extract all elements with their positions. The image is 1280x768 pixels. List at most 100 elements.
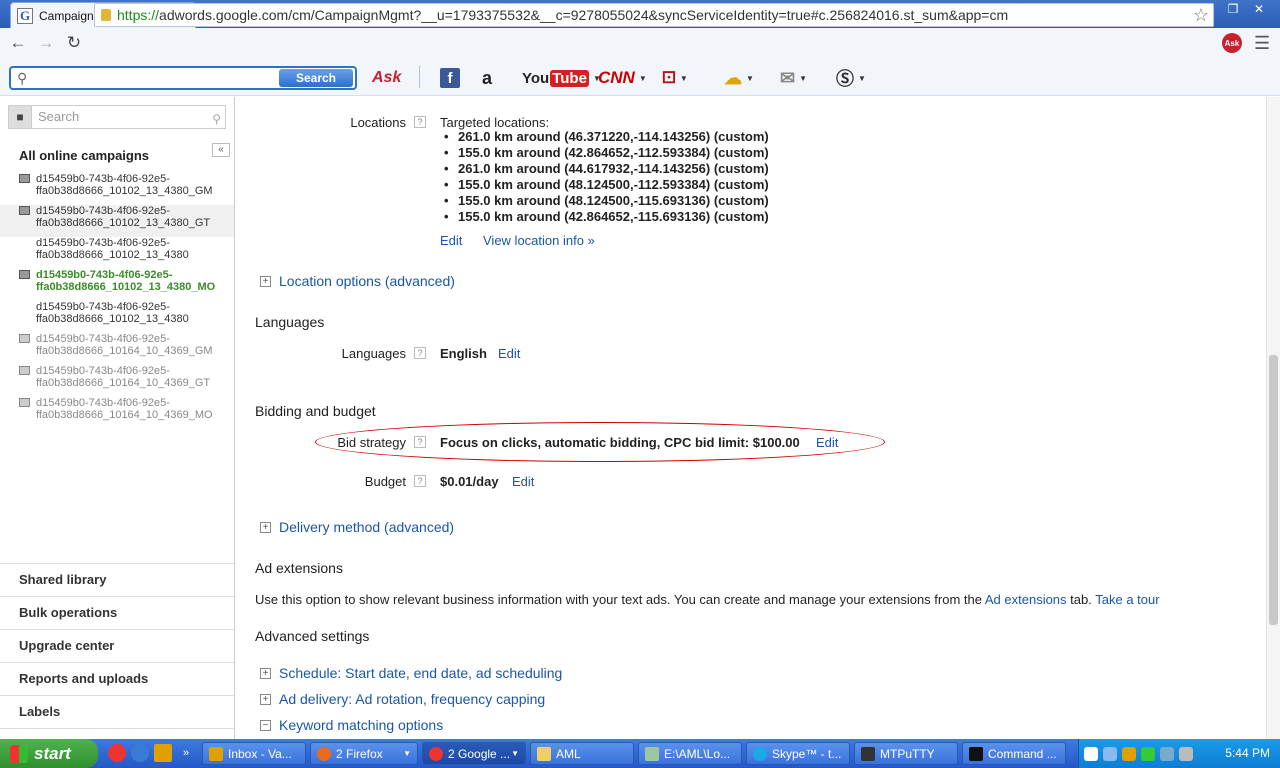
campaign-item[interactable]: d15459b0-743b-4f06-92e5- ffa0b38d8666_101… (0, 205, 234, 237)
back-arrow-icon[interactable]: ← (4, 31, 32, 55)
quick-launch-more-icon[interactable]: » (177, 744, 195, 762)
edit-languages-link[interactable]: Edit (498, 346, 520, 361)
campaign-item[interactable]: d15459b0-743b-4f06-92e5- ffa0b38d8666_101… (0, 365, 234, 397)
taskbar-item-mtputty[interactable]: MTPuTTY (854, 742, 958, 765)
bookmark-star-icon[interactable]: ☆ (1193, 5, 1209, 26)
edit-locations-link[interactable]: Edit (440, 233, 462, 248)
amazon-icon[interactable]: a (482, 66, 492, 90)
reload-icon[interactable]: ↻ (60, 31, 88, 55)
taskbar-item-command-prompt[interactable]: Command ... (962, 742, 1066, 765)
upgrade-center-link[interactable]: Upgrade center (0, 630, 234, 663)
campaign-id-line2: ffa0b38d8666_10102_13_4380_GT (36, 217, 211, 229)
location-options-expander[interactable]: + Location options (advanced) (260, 273, 455, 289)
ask-search-input[interactable]: ⚲ Search (9, 66, 357, 90)
notepad-icon (645, 746, 659, 761)
campaign-item-active[interactable]: d15459b0-743b-4f06-92e5- ffa0b38d8666_101… (0, 269, 234, 301)
outlook-tray-icon[interactable] (1122, 746, 1136, 761)
folder-icon[interactable]: ■ (8, 105, 32, 129)
dropdown-caret-icon[interactable]: ▼ (858, 74, 866, 83)
close-window-icon[interactable]: ✕ (1246, 0, 1272, 18)
view-location-info-link[interactable]: View location info » (483, 233, 595, 248)
youtube-icon[interactable]: You Tube ▼ (522, 66, 601, 90)
edit-budget-link[interactable]: Edit (512, 474, 534, 489)
campaign-item[interactable]: d15459b0-743b-4f06-92e5- ffa0b38d8666_101… (0, 397, 234, 429)
campaign-id-line1: d15459b0-743b-4f06-92e5- (36, 365, 170, 377)
mail-icon[interactable]: ✉ ▼ (780, 66, 807, 90)
labels-link[interactable]: Labels (0, 696, 234, 729)
scrollbar-thumb[interactable] (1269, 355, 1278, 625)
search-campaign-icon (19, 366, 30, 375)
help-icon[interactable]: ? (414, 116, 426, 128)
cnn-icon[interactable]: CNN ▼ (598, 66, 647, 90)
dropdown-caret-icon: ▼ (511, 749, 519, 758)
schedule-expander[interactable]: + Schedule: Start date, end date, ad sche… (260, 665, 562, 681)
campaign-id-line1: d15459b0-743b-4f06-92e5- (36, 269, 173, 281)
taskbar-item-chrome[interactable]: 2 Google ... ▼ (422, 742, 526, 765)
security-icon[interactable] (1141, 746, 1155, 761)
reports-and-uploads-link[interactable]: Reports and uploads (0, 663, 234, 696)
task-label: 2 Firefox (336, 746, 383, 761)
help-icon[interactable] (1084, 746, 1098, 761)
bid-strategy-value: Focus on clicks, automatic bidding, CPC … (440, 435, 800, 450)
dropdown-caret-icon[interactable]: ▼ (639, 74, 647, 83)
edit-bid-strategy-link[interactable]: Edit (816, 435, 838, 450)
address-bar[interactable]: https://adwords.google.com/cm/CampaignMg… (94, 3, 1214, 27)
help-icon[interactable]: ? (414, 347, 426, 359)
games-icon[interactable]: ⚀ ▼ (662, 66, 688, 90)
locations-label: Locations (350, 115, 406, 130)
campaign-id-line2: ffa0b38d8666_10164_10_4369_MO (36, 409, 213, 421)
chrome-icon[interactable] (108, 744, 126, 762)
campaign-id-line2: ffa0b38d8666_10164_10_4369_GM (36, 345, 213, 357)
taskbar-item-firefox[interactable]: 2 Firefox ▼ (310, 742, 418, 765)
list-item: 155.0 km around (48.124500,-115.693136) … (440, 193, 769, 209)
outlook-icon[interactable] (154, 744, 172, 762)
dropdown-caret-icon[interactable]: ▼ (746, 74, 754, 83)
list-item: 155.0 km around (42.864652,-112.593384) … (440, 145, 769, 161)
volume-icon[interactable] (1179, 746, 1193, 761)
campaign-item[interactable]: d15459b0-743b-4f06-92e5- ffa0b38d8666_101… (0, 301, 234, 333)
task-label: MTPuTTY (880, 746, 935, 761)
facebook-icon[interactable]: f (440, 68, 460, 88)
take-a-tour-link[interactable]: Take a tour (1095, 592, 1159, 607)
campaign-item[interactable]: d15459b0-743b-4f06-92e5- ffa0b38d8666_101… (0, 333, 234, 365)
collapse-sidebar-icon[interactable]: « (212, 143, 230, 157)
collapse-icon: − (260, 719, 271, 731)
search-campaign-icon (19, 174, 30, 183)
chrome-menu-icon[interactable]: ☰ (1254, 33, 1270, 54)
weather-icon[interactable]: ☁ ▼ (724, 66, 754, 90)
main-scrollbar[interactable] (1266, 97, 1280, 739)
sidebar-search-placeholder: Search (38, 109, 80, 124)
keyword-matching-expander[interactable]: − Keyword matching options (260, 717, 443, 733)
ie-icon[interactable] (131, 744, 149, 762)
taskbar-item-skype[interactable]: Skype™ - t... (746, 742, 850, 765)
display-icon[interactable] (1160, 746, 1174, 761)
forward-arrow-icon[interactable]: → (32, 31, 60, 55)
search-icon: ⚲ (212, 112, 221, 126)
campaign-item[interactable]: d15459b0-743b-4f06-92e5- ffa0b38d8666_101… (0, 173, 234, 205)
taskbar-item-outlook[interactable]: Inbox - Va... (202, 742, 306, 765)
delivery-method-expander[interactable]: + Delivery method (advanced) (260, 519, 454, 535)
ask-logo-icon[interactable]: Ask (372, 66, 401, 90)
ad-extensions-link[interactable]: Ad extensions (985, 592, 1067, 607)
dictionary-icon[interactable]: Ⓢ ▼ (836, 66, 866, 90)
shared-library-link[interactable]: Shared library (0, 564, 234, 597)
bulk-operations-link[interactable]: Bulk operations (0, 597, 234, 630)
campaign-item[interactable]: d15459b0-743b-4f06-92e5- ffa0b38d8666_101… (0, 237, 234, 269)
location-list: 261.0 km around (46.371220,-114.143256) … (440, 129, 769, 225)
network-icon[interactable] (1103, 746, 1117, 761)
taskbar-item-notepad[interactable]: E:\AML\Lo... (638, 742, 742, 765)
ad-delivery-expander[interactable]: + Ad delivery: Ad rotation, frequency cap… (260, 691, 545, 707)
ask-search-button[interactable]: Search (279, 69, 353, 87)
help-icon[interactable]: ? (414, 475, 426, 487)
taskbar-item-aml-folder[interactable]: AML (530, 742, 634, 765)
all-online-campaigns-link[interactable]: All online campaigns (19, 148, 149, 163)
help-icon[interactable]: ? (414, 436, 426, 448)
start-button[interactable]: start (0, 739, 98, 768)
dropdown-caret-icon[interactable]: ▼ (680, 74, 688, 83)
maximize-icon[interactable]: ❐ (1220, 0, 1246, 18)
task-label: 2 Google ... (448, 746, 511, 761)
dropdown-caret-icon[interactable]: ▼ (799, 74, 807, 83)
ask-extension-icon[interactable]: Ask (1222, 33, 1242, 53)
sidebar-search-input[interactable]: Search ⚲ (32, 105, 226, 129)
task-label: E:\AML\Lo... (664, 746, 731, 761)
